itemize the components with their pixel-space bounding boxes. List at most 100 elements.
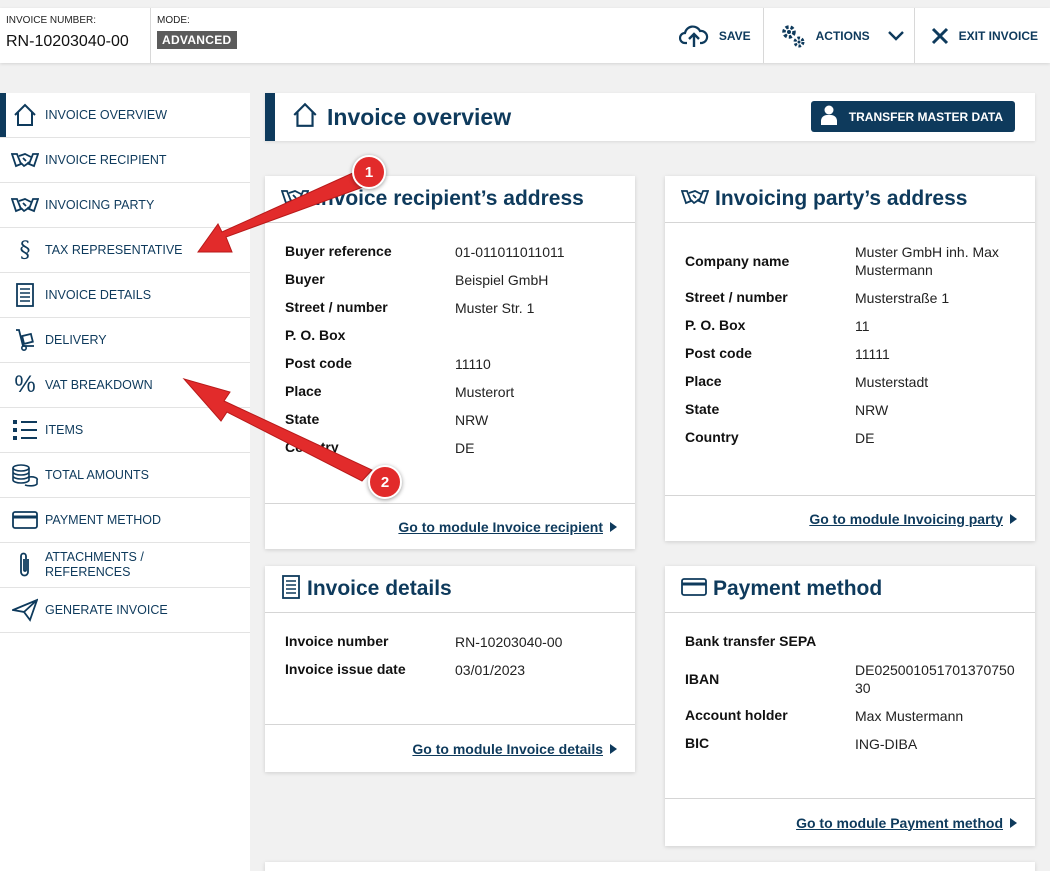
card-footer: Go to module Invoice details: [265, 724, 635, 772]
paperclip-icon: [11, 551, 39, 579]
sidebar-item-items[interactable]: ITEMS: [0, 408, 250, 453]
coins-icon: [11, 461, 39, 489]
transfer-master-data-label: TRANSFER MASTER DATA: [848, 109, 1003, 124]
sidebar-item-invoice-recipient[interactable]: INVOICE RECIPIENT: [0, 138, 250, 183]
field-label: Place: [285, 383, 322, 399]
field-label: Country: [285, 439, 339, 455]
field-value: Musterstadt: [855, 374, 929, 390]
sidebar-item-invoice-overview[interactable]: INVOICE OVERVIEW: [0, 93, 250, 138]
sidebar-item-label: INVOICE RECIPIENT: [45, 153, 167, 167]
invoice-number-label: INVOICE NUMBER:: [6, 15, 97, 26]
save-label: SAVE: [718, 28, 751, 43]
field-row: Account holder Max Mustermann: [685, 707, 1015, 725]
field-row: Place Musterstadt: [685, 373, 1015, 391]
chevron-down-icon: [887, 30, 904, 41]
card-title: Payment method: [713, 577, 883, 600]
sidebar-item-invoice-details[interactable]: INVOICE DETAILS: [0, 273, 250, 318]
section-sign-icon: §: [19, 237, 31, 263]
sidebar-item-delivery[interactable]: DELIVERY: [0, 318, 250, 363]
card-header: Invoice details: [265, 566, 635, 613]
sidebar-nav: INVOICE OVERVIEW INVOICE RECIPIENT INVOI…: [0, 93, 250, 871]
go-to-invoice-details-link[interactable]: Go to module Invoice details: [412, 741, 603, 757]
field-row: Post code 11111: [685, 345, 1015, 363]
sidebar-item-invoicing-party[interactable]: INVOICING PARTY: [0, 183, 250, 228]
field-label: P. O. Box: [685, 317, 746, 333]
field-row: Buyer Beispiel GmbH: [285, 271, 615, 289]
field-value: [816, 633, 1015, 651]
credit-card-icon: [11, 506, 39, 534]
next-card-edge: [265, 862, 1035, 871]
save-button[interactable]: SAVE: [663, 8, 763, 63]
sidebar-item-payment-method[interactable]: PAYMENT METHOD: [0, 498, 250, 543]
document-icon: [281, 574, 301, 604]
sidebar-item-label: TOTAL AMOUNTS: [45, 468, 149, 482]
sidebar-item-label: PAYMENT METHOD: [45, 513, 161, 527]
mode-cell: MODE: ADVANCED: [151, 8, 271, 63]
sidebar-item-label: ATTACHMENTS / REFERENCES: [45, 550, 144, 579]
sidebar-item-total-amounts[interactable]: TOTAL AMOUNTS: [0, 453, 250, 498]
field-label: Invoice number: [285, 633, 389, 649]
sidebar-item-label: GENERATE INVOICE: [45, 603, 168, 617]
card-header: Invoicing party’s address: [665, 176, 1035, 223]
invoice-number-cell: INVOICE NUMBER: RN-10203040-00: [0, 8, 151, 63]
field-value: 03/01/2023: [455, 662, 526, 678]
field-label: P. O. Box: [285, 327, 346, 343]
field-label: Company name: [685, 253, 790, 269]
field-label: Invoice issue date: [285, 661, 406, 677]
field-row: State NRW: [285, 411, 615, 429]
mode-label: MODE:: [157, 15, 190, 26]
top-bar: INVOICE NUMBER: RN-10203040-00 MODE: ADV…: [0, 8, 1050, 63]
card-footer: Go to module Invoicing party: [665, 495, 1035, 541]
field-row: Invoice number RN-10203040-00: [285, 633, 615, 651]
field-row: Buyer reference 01-011011011011: [285, 243, 615, 261]
actions-dropdown[interactable]: ACTIONS: [762, 8, 914, 63]
sidebar-item-label: TAX REPRESENTATIVE: [45, 243, 183, 257]
field-label: Account holder: [685, 707, 788, 723]
mode-badge: ADVANCED: [157, 31, 237, 49]
field-label: Street / number: [685, 289, 788, 305]
invoice-details-card: Invoice details Invoice number RN-1020304…: [265, 566, 635, 772]
paper-plane-icon: [11, 596, 39, 624]
card-title: Invoicing party’s address: [715, 187, 968, 210]
handshake-icon: [280, 187, 310, 212]
sidebar-item-label: DELIVERY: [45, 333, 107, 347]
field-label: Street / number: [285, 299, 388, 315]
handshake-icon: [11, 191, 39, 219]
go-to-payment-method-link[interactable]: Go to module Payment method: [796, 815, 1003, 831]
field-label: Post code: [685, 345, 752, 361]
sidebar-item-generate-invoice[interactable]: GENERATE INVOICE: [0, 588, 250, 633]
field-value: RN-10203040-00: [455, 634, 563, 650]
field-label: Bank transfer SEPA: [685, 633, 817, 649]
go-to-invoice-recipient-link[interactable]: Go to module Invoice recipient: [398, 519, 603, 535]
field-label: Post code: [285, 355, 352, 371]
go-to-invoicing-party-link[interactable]: Go to module Invoicing party: [809, 511, 1003, 527]
card-header: Payment method: [665, 566, 1035, 613]
handshake-icon: [680, 187, 710, 212]
field-value: ING-DIBA: [855, 736, 918, 752]
house-icon: [11, 101, 39, 129]
sidebar-item-attachments[interactable]: ATTACHMENTS / REFERENCES: [0, 543, 250, 588]
actions-label: ACTIONS: [815, 28, 870, 43]
transfer-master-data-button[interactable]: TRANSFER MASTER DATA: [810, 101, 1015, 132]
sidebar-item-tax-representative[interactable]: § TAX REPRESENTATIVE: [0, 228, 250, 273]
card-footer: Go to module Payment method: [665, 798, 1035, 846]
field-label: State: [285, 411, 320, 427]
user-icon: [820, 105, 837, 128]
field-row: Company name Muster GmbH inh. Max Musterm…: [685, 243, 1015, 279]
field-label: Buyer: [285, 271, 325, 287]
house-icon: [291, 101, 319, 134]
field-row: Street / number Musterstraße 1: [685, 289, 1015, 307]
field-row: Place Musterort: [285, 383, 615, 401]
list-icon: [11, 416, 39, 444]
field-value: 11111: [855, 346, 890, 362]
field-label: IBAN: [685, 671, 720, 687]
field-row: Street / number Muster Str. 1: [285, 299, 615, 317]
recipient-address-card: Invoice recipient’s address Buyer refere…: [265, 176, 635, 549]
percent-icon: %: [14, 371, 36, 398]
card-footer: Go to module Invoice recipient: [265, 503, 635, 549]
field-value: 11110: [455, 356, 491, 372]
exit-invoice-button[interactable]: EXIT INVOICE: [913, 8, 1050, 63]
field-value: DE02500105170137075030: [855, 662, 1015, 696]
triangle-right-icon: [610, 743, 617, 754]
sidebar-item-vat-breakdown[interactable]: % VAT BREAKDOWN: [0, 363, 250, 408]
